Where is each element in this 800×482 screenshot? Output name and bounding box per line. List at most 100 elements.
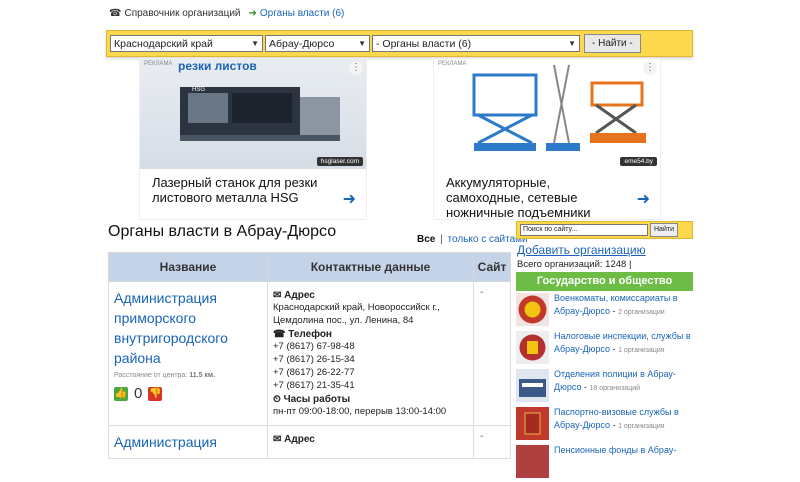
category-text: Отделения полиции в Абрау-Дюрсо - 18 орг… [554,368,696,395]
list-item[interactable]: Налоговые инспекции, службы в Абрау-Дюрс… [516,330,696,368]
category-header: Государство и общество [516,272,693,291]
more-options-icon[interactable]: ⋮ [349,61,363,75]
filter-all-link[interactable]: Все [417,234,435,245]
search-button[interactable]: Найти [650,223,678,237]
filter-bar: Краснодарский край ▼ Абрау-Дюрсо ▼ - Орган… [106,30,693,57]
site-value: - [480,287,484,298]
category-select[interactable]: - Органы власти (6) ▼ [372,35,580,52]
ad-brand: HSG [192,87,205,93]
envelope-icon: ✉ [273,434,282,445]
phone-number: +7 (8617) 21-35-41 [273,380,355,391]
ad-label: РЕКЛАМА [144,61,173,67]
police-building-icon [516,369,549,402]
category-dash: - [612,344,616,354]
address-line: Цемдолина пос., ул. Ленина, 84 [273,315,414,326]
vote-count: 0 [134,385,143,402]
arrow-right-icon[interactable]: ➜ [637,189,650,209]
org-name-link[interactable]: Администрация приморского внутригородско… [114,288,262,368]
address-heading: ✉ Адрес [273,434,468,445]
chevron-down-icon: ▼ [251,39,259,48]
table-header-row: Название Контактные данные Сайт [108,252,511,282]
org-name-cell: Администрация приморского внутригородско… [108,281,268,426]
laser-machine-image: HSG [180,87,340,141]
phone-number: +7 (8617) 26-15-34 [273,354,355,365]
address-line: Краснодарский край, Новороссийск г., [273,302,440,313]
site-search: Поиск по сайту... Найти [516,221,693,239]
filter-separator: | [440,234,443,245]
passport-icon [516,407,549,440]
ad-image: РЕКЛАМА резки листов HSG hsglaser.com ⋮ [140,59,366,169]
org-name-link[interactable]: Администрация [114,432,262,452]
arrow-right-icon: ➔ [248,8,257,19]
region-select[interactable]: Краснодарский край ▼ [110,35,263,52]
organizations-table: Название Контактные данные Сайт Админист… [108,252,511,459]
hours-heading-label: Часы работы [283,394,351,405]
column-header-name: Название [108,252,268,282]
city-select-value: Абрау-Дюрсо [269,37,335,50]
address-heading: ✉ Адрес [273,290,468,301]
list-item[interactable]: Военкоматы, комиссариаты в Абрау-Дюрсо -… [516,292,696,330]
region-select-value: Краснодарский край [114,37,213,50]
phone-number: +7 (8617) 67-98-48 [273,341,355,352]
distance-label: Расстояние от центра: [114,372,188,379]
ad-label: РЕКЛАМА [438,61,467,67]
ad-domain: eme54.by [620,157,657,166]
column-header-site: Сайт [473,252,511,282]
distance-value: 11.5 км. [189,372,216,379]
phone-heading: ☎ Телефон [273,329,468,340]
list-item[interactable]: Паспортно-визовые службы в Абрау-Дюрсо -… [516,406,696,444]
thumbs-up-icon[interactable]: 👍 [114,386,128,401]
page-title: Органы власти в Абрау-Дюрсо [108,223,337,240]
breadcrumb: ☎ Справочник организаций ➔ Органы власти (… [109,8,344,19]
add-organization-link[interactable]: Добавить организацию [517,243,646,257]
category-text: Налоговые инспекции, службы в Абрау-Дюрс… [554,330,696,357]
ad-text: Аккумуляторные, самоходные, сетевые ножн… [446,175,591,220]
table-row: Администрация приморского внутригородско… [108,281,511,426]
list-item[interactable]: Отделения полиции в Абрау-Дюрсо - 18 орг… [516,368,696,406]
category-text: Пенсионные фонды в Абрау- [554,444,676,457]
ad-image-headline: резки листов [178,59,257,73]
view-filter: Все | только с сайтами [417,234,528,245]
org-site-cell: - [473,425,511,459]
scissor-lifts-image [472,64,646,151]
breadcrumb-home[interactable]: ☎ Справочник организаций [109,8,241,19]
ad-domain: hsglaser.com [316,157,363,166]
distance-info: Расстояние от центра: 11.5 км. [114,372,262,379]
phone-heading-label: Телефон [288,329,332,340]
military-emblem-icon [516,293,549,326]
arrow-right-icon[interactable]: ➜ [343,189,356,209]
ad-image: РЕКЛАМА eme54.by ⋮ [434,59,660,169]
table-row: Администрация ✉ Адрес - [108,425,511,459]
category-text: Паспортно-визовые службы в Абрау-Дюрсо -… [554,406,696,433]
category-dash: - [612,420,616,430]
category-count: 2 организации [618,309,665,316]
hours-heading: ⏲ Часы работы [273,394,468,405]
votes: 👍 0 👎 [114,385,262,402]
site-value: - [480,431,484,442]
ad-text: Лазерный станок для резки листового мета… [152,175,318,205]
envelope-icon: ✉ [273,290,282,301]
category-count: 18 организаций [589,385,641,392]
org-contacts-cell: ✉ Адрес [267,425,474,459]
more-options-icon[interactable]: ⋮ [643,61,657,75]
thumbs-down-icon[interactable]: 👎 [148,386,163,401]
find-button[interactable]: - Найти - [584,34,641,53]
clock-icon: ⏲ [273,394,281,405]
city-select[interactable]: Абрау-Дюрсо ▼ [265,35,370,52]
working-hours: пн-пт 09:00-18:00, перерыв 13:00-14:00 [273,406,447,417]
category-list: Военкоматы, комиссариаты в Абрау-Дюрсо -… [516,292,696,482]
org-site-cell: - [473,281,511,426]
chevron-down-icon: ▼ [568,39,576,48]
phone-icon: ☎ [273,329,286,340]
category-count: 1 организация [618,347,665,354]
category-text: Военкоматы, комиссариаты в Абрау-Дюрсо -… [554,292,696,319]
ad-banner-lifts[interactable]: РЕКЛАМА eme54.by ⋮ Аккумуляторные, самох… [433,58,661,220]
category-count: 1 организация [618,423,665,430]
category-label: Пенсионные фонды в Абрау- [554,445,677,455]
search-input[interactable]: Поиск по сайту... [520,224,648,236]
ad-banner-laser[interactable]: РЕКЛАМА резки листов HSG hsglaser.com ⋮ … [139,58,367,220]
breadcrumb-current[interactable]: ➔ Органы власти (6) [249,8,345,19]
chevron-down-icon: ▼ [358,39,366,48]
address-heading-label: Адрес [284,290,315,301]
org-name-cell: Администрация [108,425,268,459]
